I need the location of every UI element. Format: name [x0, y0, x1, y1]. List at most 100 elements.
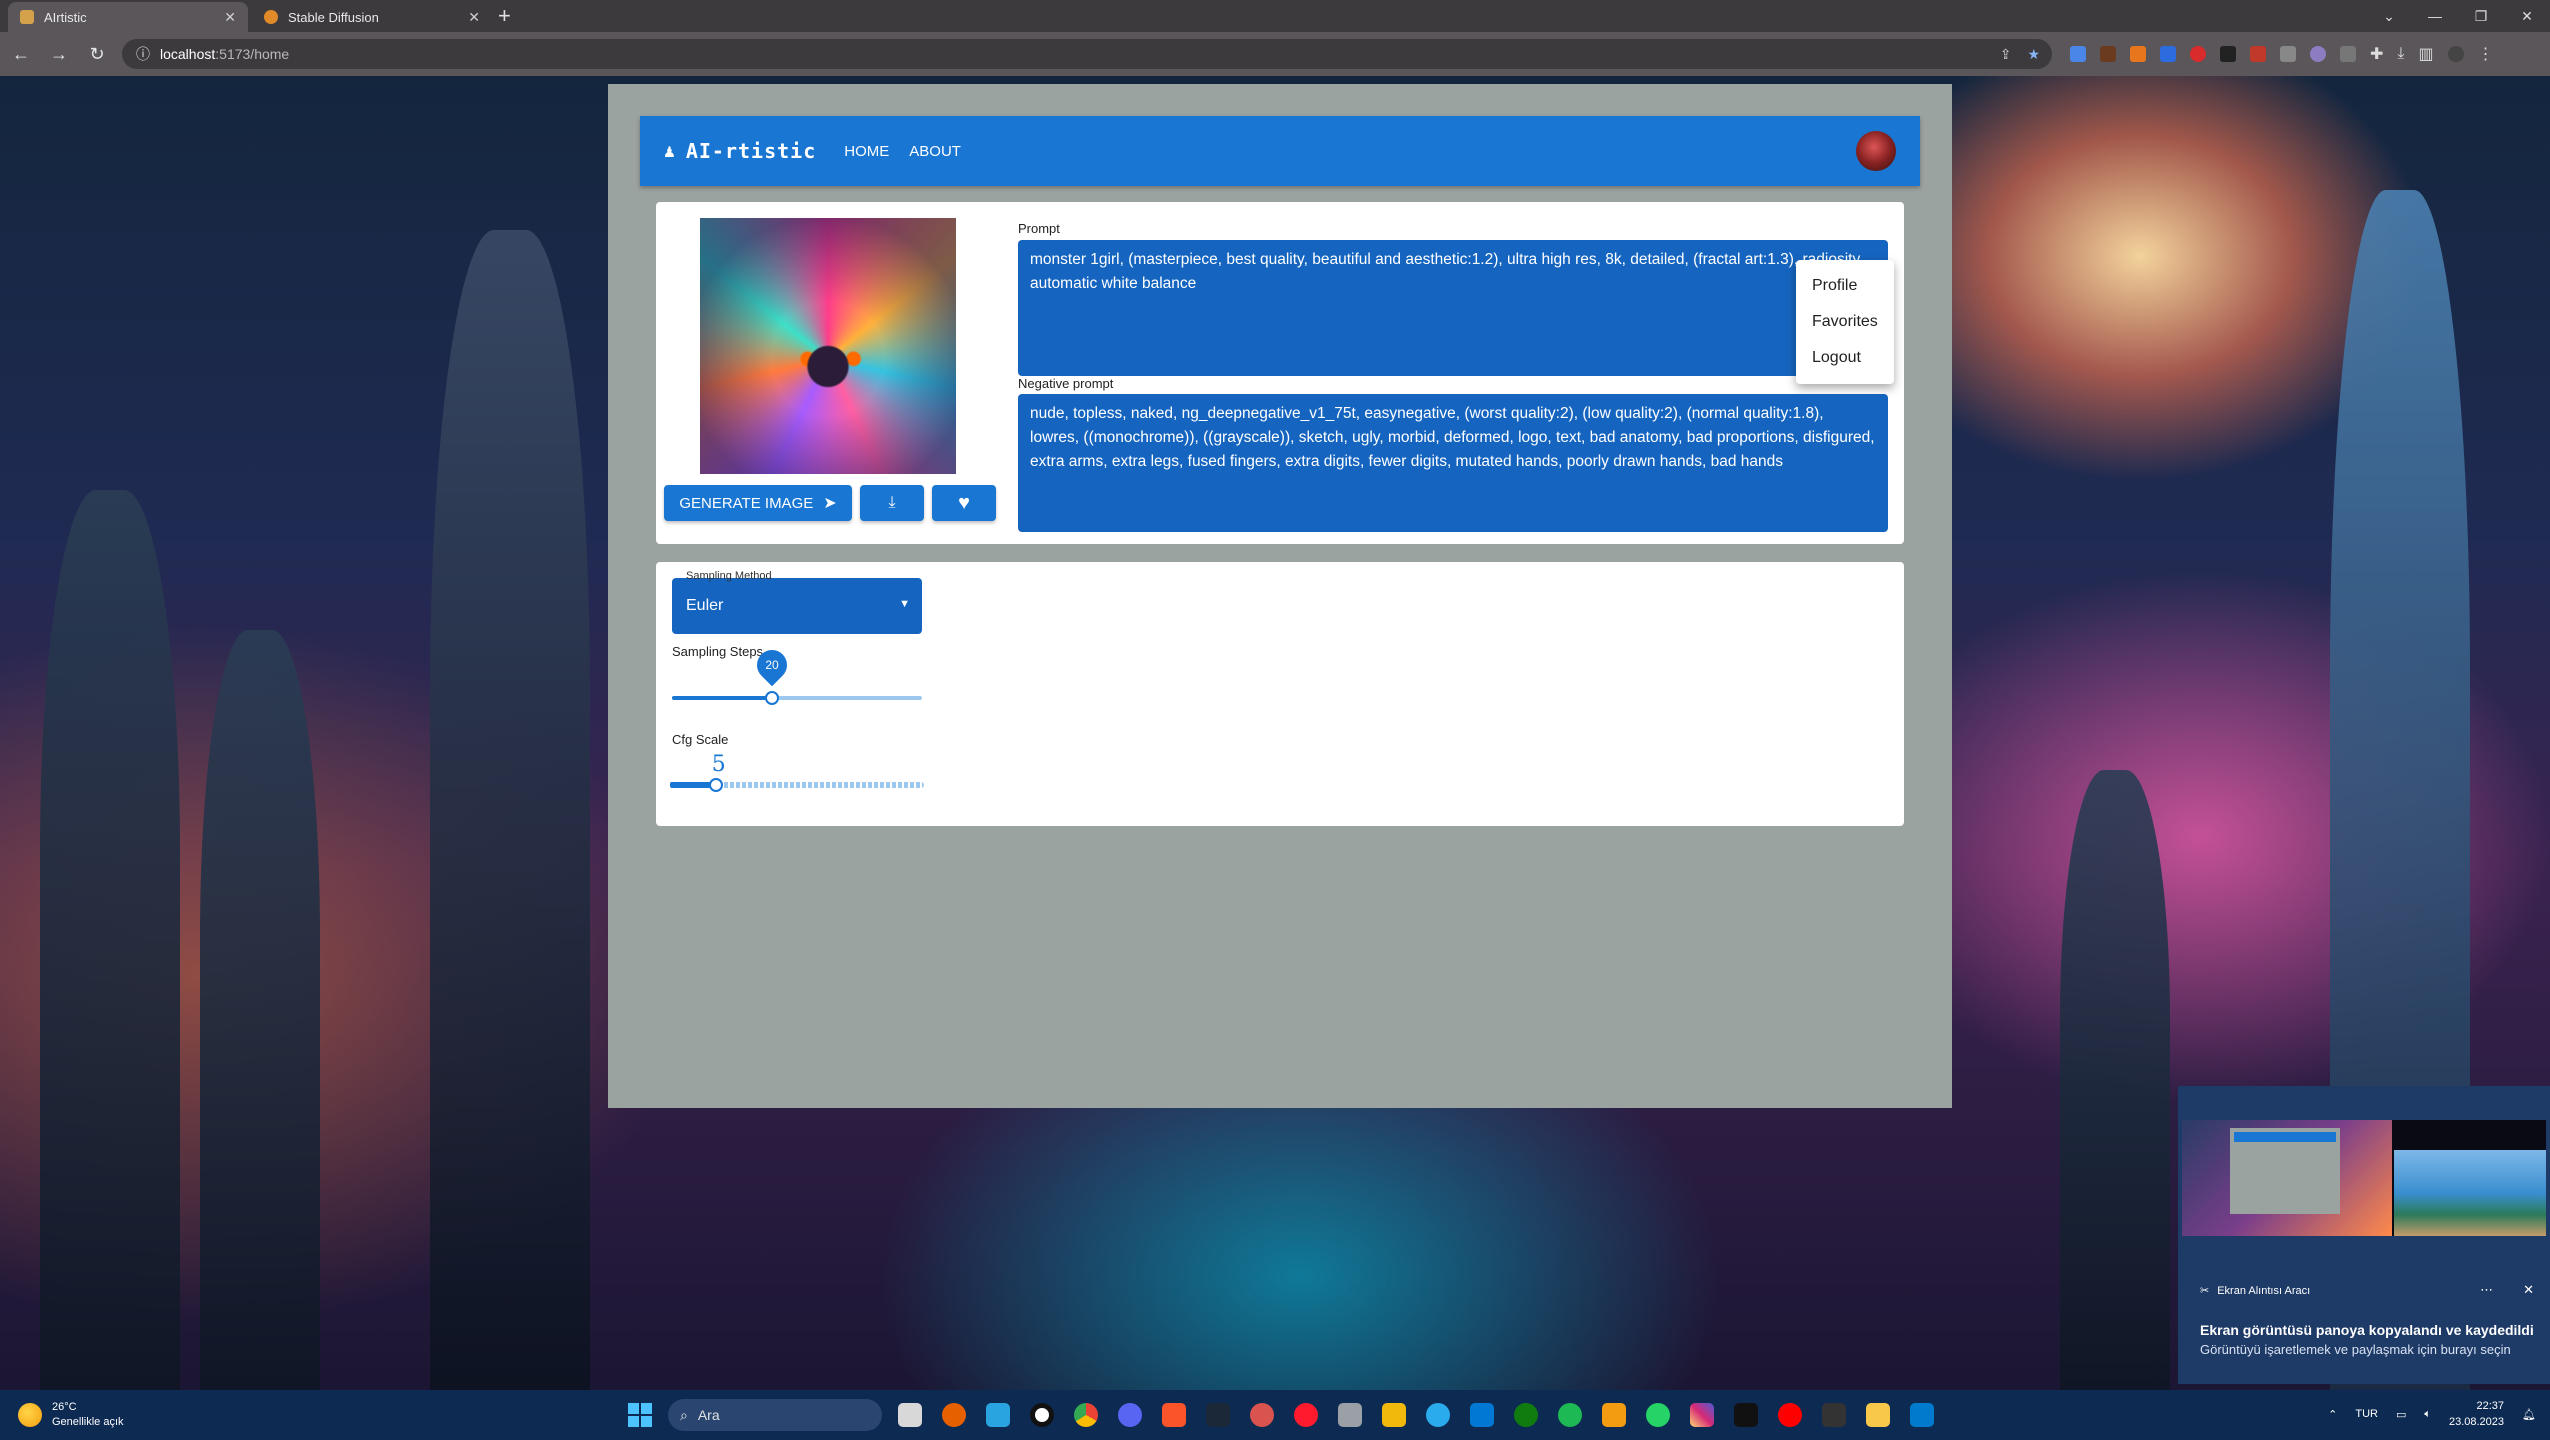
forward-icon[interactable]: →	[42, 37, 76, 71]
desktop-icon[interactable]	[986, 1403, 1010, 1427]
clock[interactable]: 22:37 23.08.2023	[2449, 1398, 2504, 1430]
user-avatar[interactable]	[1856, 131, 1896, 171]
wallpaper-tower	[430, 230, 590, 1390]
tab-stable-diffusion[interactable]: Stable Diffusion ✕	[252, 2, 492, 32]
binance-icon[interactable]	[1382, 1403, 1406, 1427]
opera-gx-icon[interactable]	[1030, 1403, 1054, 1427]
telegram-icon[interactable]	[1426, 1403, 1450, 1427]
browser-menu-icon[interactable]: ⋮	[2478, 44, 2494, 64]
extension-icon[interactable]	[2070, 46, 2086, 62]
sampling-steps-thumb[interactable]	[765, 691, 779, 705]
snip-notification[interactable]: ✂ Ekran Alıntısı Aracı ⋯ ✕ Ekran görüntü…	[2178, 1086, 2550, 1384]
taskbar-search[interactable]: ⌕ Ara	[668, 1399, 882, 1431]
windows-logo-tile	[641, 1416, 652, 1427]
start-button[interactable]	[628, 1403, 652, 1427]
tray-overflow-icon[interactable]: ⌃	[2328, 1408, 2337, 1421]
whatsapp-icon[interactable]	[1646, 1403, 1670, 1427]
preview-image	[2394, 1150, 2546, 1236]
app-page: ♟ AI-rtistic HOME ABOUT Profile Favorite…	[608, 84, 1952, 1108]
close-tab-icon[interactable]: ✕	[468, 9, 480, 26]
favorite-button[interactable]: ♥	[932, 485, 996, 521]
send-icon: ➤	[823, 495, 837, 512]
cfg-scale-thumb[interactable]	[708, 778, 723, 792]
search-icon: ⌕	[680, 1406, 688, 1423]
action-buttons: GENERATE IMAGE ➤ ⤓ ♥	[664, 485, 996, 521]
cfg-scale-label: Cfg Scale	[672, 732, 729, 747]
volume-icon[interactable]: 🔈︎	[2424, 1408, 2431, 1421]
tab-search-icon[interactable]: ⌄	[2366, 0, 2412, 32]
download-button[interactable]: ⤓	[860, 485, 924, 521]
browser-toolbar: ← → ↻ ⓘ localhost:5173/home ⇪ ★ ✚ ⤓ ▥ ⋮	[0, 32, 2550, 76]
site-info-icon[interactable]: ⓘ	[136, 44, 150, 64]
minimize-icon[interactable]: —	[2412, 0, 2458, 32]
extension-icon[interactable]	[2280, 46, 2296, 62]
restore-icon[interactable]: ❐	[2458, 0, 2504, 32]
extension-icon[interactable]	[2130, 46, 2146, 62]
cfg-scale-slider[interactable]	[670, 778, 924, 792]
extension-icon[interactable]	[2340, 46, 2356, 62]
close-tab-icon[interactable]: ✕	[224, 9, 236, 26]
tab-airtistic[interactable]: AIrtistic ✕	[8, 2, 248, 32]
bookmark-star-icon[interactable]: ★	[2027, 46, 2040, 63]
steam-icon[interactable]	[1206, 1403, 1230, 1427]
menu-item-logout[interactable]: Logout	[1796, 340, 1894, 376]
app-icon[interactable]	[1250, 1403, 1274, 1427]
opera-icon[interactable]	[1294, 1403, 1318, 1427]
prompt-input[interactable]: monster 1girl, (masterpiece, best qualit…	[1018, 240, 1888, 376]
file-explorer-icon[interactable]	[1866, 1403, 1890, 1427]
generation-card: GENERATE IMAGE ➤ ⤓ ♥ Prompt monster 1gir…	[656, 202, 1904, 544]
sampling-steps-value-pin: 20	[750, 643, 794, 687]
xbox-icon[interactable]	[1514, 1403, 1538, 1427]
brand[interactable]: ♟ AI-rtistic	[664, 139, 816, 163]
spotify-icon[interactable]	[1558, 1403, 1582, 1427]
weather-widget[interactable]: 26°C Genellikle açık	[18, 1400, 124, 1430]
extension-icon[interactable]	[2190, 46, 2206, 62]
nav-about[interactable]: ABOUT	[909, 143, 961, 160]
weather-description: Genellikle açık	[52, 1416, 124, 1428]
extension-icon[interactable]	[2160, 46, 2176, 62]
vscode-icon[interactable]	[1910, 1403, 1934, 1427]
tiktok-icon[interactable]	[1734, 1403, 1758, 1427]
generate-image-button[interactable]: GENERATE IMAGE ➤	[664, 485, 852, 521]
chrome-icon[interactable]	[1074, 1403, 1098, 1427]
negative-prompt-input[interactable]: nude, topless, naked, ng_deepnegative_v1…	[1018, 394, 1888, 532]
profile-avatar-icon[interactable]	[2447, 46, 2464, 62]
language-indicator[interactable]: TUR	[2355, 1408, 2378, 1420]
back-icon[interactable]: ←	[4, 37, 38, 71]
robot-logo-icon: ♟	[664, 140, 676, 162]
address-bar[interactable]: ⓘ localhost:5173/home ⇪ ★	[122, 39, 2052, 69]
extension-icon[interactable]	[2220, 46, 2236, 62]
task-view-icon[interactable]	[898, 1403, 922, 1427]
brave-icon[interactable]	[1162, 1403, 1186, 1427]
menu-item-profile[interactable]: Profile	[1796, 268, 1894, 304]
mail-icon[interactable]	[1470, 1403, 1494, 1427]
menu-item-favorites[interactable]: Favorites	[1796, 304, 1894, 340]
sampling-method-select[interactable]: Euler ▼	[672, 578, 922, 634]
media-icon[interactable]	[1602, 1403, 1626, 1427]
network-icon[interactable]: ▭	[2396, 1408, 2406, 1421]
more-options-icon[interactable]: ⋯	[2480, 1282, 2493, 1298]
extension-icon[interactable]	[2310, 46, 2326, 62]
side-panel-icon[interactable]: ▥	[2418, 44, 2433, 64]
discord-icon[interactable]	[1118, 1403, 1142, 1427]
close-icon[interactable]: ✕	[2523, 1282, 2534, 1298]
sampling-steps-slider[interactable]: 20	[672, 643, 922, 705]
firefox-icon[interactable]	[942, 1403, 966, 1427]
puzzle-extensions-icon[interactable]: ✚	[2370, 44, 2383, 64]
new-tab-icon[interactable]: +	[498, 4, 511, 28]
reload-icon[interactable]: ↻	[80, 37, 114, 71]
nav-home[interactable]: HOME	[844, 143, 889, 160]
instagram-icon[interactable]	[1690, 1403, 1714, 1427]
app-icon[interactable]	[1338, 1403, 1362, 1427]
terminal-icon[interactable]	[1822, 1403, 1846, 1427]
extension-icon[interactable]	[2250, 46, 2266, 62]
notifications-bell-icon[interactable]: 🔔︎	[2522, 1408, 2536, 1421]
close-window-icon[interactable]: ✕	[2504, 0, 2550, 32]
tab-title: AIrtistic	[44, 9, 87, 25]
download-icon[interactable]: ⤓	[2397, 45, 2404, 63]
extension-icon[interactable]	[2100, 46, 2116, 62]
share-icon[interactable]: ⇪	[2000, 46, 2012, 63]
app-header: ♟ AI-rtistic HOME ABOUT	[640, 116, 1920, 186]
date: 23.08.2023	[2448, 1416, 2505, 1428]
youtube-icon[interactable]	[1778, 1403, 1802, 1427]
